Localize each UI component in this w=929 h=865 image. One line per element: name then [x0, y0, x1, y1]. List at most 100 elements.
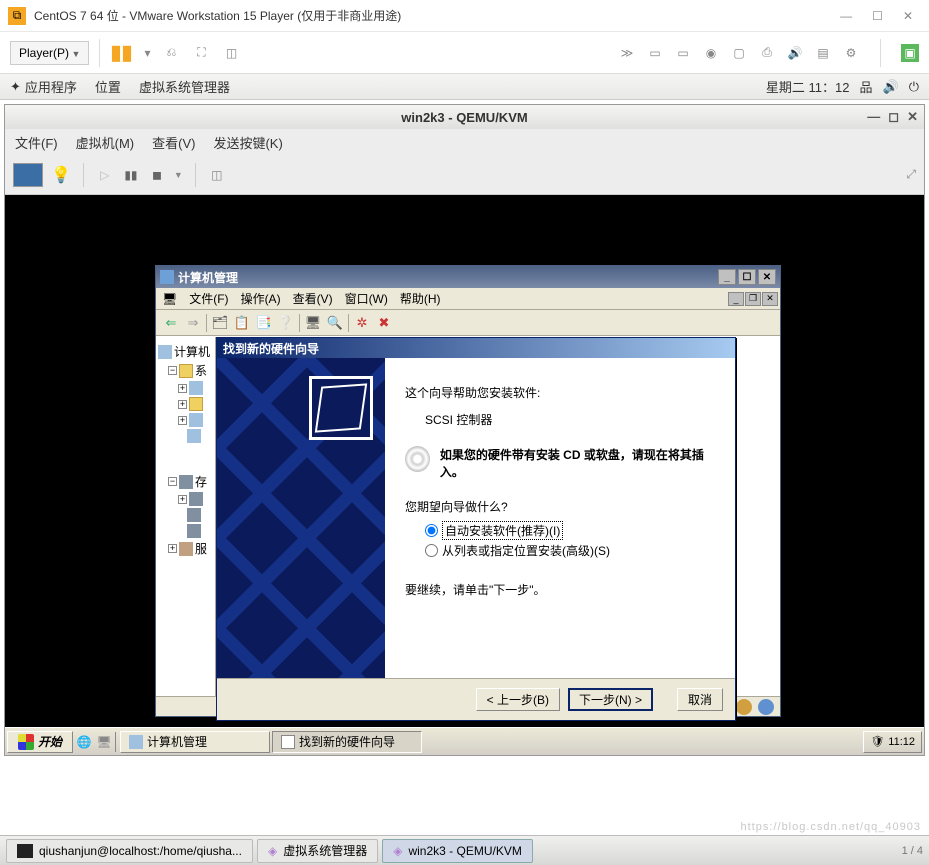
disk2-icon[interactable]: ▭: [674, 44, 692, 62]
expand-button[interactable]: +: [178, 384, 187, 393]
printer-icon[interactable]: ⎙: [758, 44, 776, 62]
back-button[interactable]: < 上一步(B): [476, 688, 560, 711]
scan-icon[interactable]: 🔍: [326, 314, 344, 332]
system-tray[interactable]: 🛡 11:12: [863, 731, 922, 753]
mmc-menu-file[interactable]: 文件(F): [189, 290, 228, 307]
sound-icon[interactable]: 🔊: [786, 44, 804, 62]
settings-icon[interactable]: ⚙: [842, 44, 860, 62]
unity-icon[interactable]: ◫: [222, 44, 240, 62]
pause-icon[interactable]: ▮▮: [110, 40, 132, 65]
tree-icon: [189, 413, 203, 427]
wizard-button-row: < 上一步(B) 下一步(N) > 取消: [217, 678, 735, 720]
ctrl-alt-del-icon[interactable]: ⎌: [162, 44, 180, 62]
radio-auto[interactable]: [425, 524, 438, 537]
up-icon[interactable]: 🗂: [211, 314, 229, 332]
mmc-titlebar[interactable]: 计算机管理 _ ☐ ✕: [156, 266, 780, 288]
usb-icon[interactable]: ▤: [814, 44, 832, 62]
tools-button[interactable]: ▣: [901, 44, 919, 62]
mmc-menu-view[interactable]: 查看(V): [293, 290, 333, 307]
mmc-maximize-button[interactable]: ☐: [738, 269, 756, 285]
mmc-close-button[interactable]: ✕: [758, 269, 776, 285]
bulb-icon[interactable]: 💡: [51, 165, 71, 185]
maximize-button[interactable]: ☐: [872, 9, 883, 23]
forward-button[interactable]: ⇒: [184, 314, 202, 332]
player-menu[interactable]: Player(P): [10, 41, 89, 65]
help-status-icon[interactable]: [758, 699, 774, 715]
network-icon[interactable]: ≫: [618, 44, 636, 62]
refresh-icon[interactable]: ✲: [353, 314, 371, 332]
dropdown-icon[interactable]: ▾: [144, 46, 150, 60]
wizard-proceed-text: 要继续，请单击"下一步"。: [405, 581, 715, 598]
cancel-button[interactable]: 取消: [677, 688, 723, 711]
stop-dropdown[interactable]: ▼: [174, 170, 183, 180]
applications-menu[interactable]: ✦应用程序: [10, 77, 77, 96]
radio-list[interactable]: [425, 544, 438, 557]
next-button[interactable]: 下一步(N) >: [568, 688, 653, 711]
mdi-restore-button[interactable]: ❐: [745, 292, 761, 306]
snapshot-button[interactable]: ◫: [208, 166, 226, 184]
fullscreen-icon[interactable]: ⛶: [192, 44, 210, 62]
mmc-menu-help[interactable]: 帮助(H): [400, 290, 441, 307]
mmc-minimize-button[interactable]: _: [718, 269, 736, 285]
stop-button[interactable]: ◼: [148, 166, 166, 184]
cd-icon[interactable]: ◉: [702, 44, 720, 62]
menu-keys[interactable]: 发送按键(K): [213, 133, 282, 152]
task-qemu[interactable]: ◈ win2k3 - QEMU/KVM: [382, 839, 533, 863]
pause-button[interactable]: ▮▮: [122, 166, 140, 184]
tray-security-icon[interactable]: 🛡: [870, 735, 884, 748]
mdi-minimize-button[interactable]: _: [728, 292, 744, 306]
disk-icon: [187, 524, 201, 538]
virtmanager-item[interactable]: 虚拟系统管理器: [139, 77, 230, 96]
mdi-close-button[interactable]: ✕: [762, 292, 778, 306]
back-button[interactable]: ⇐: [162, 314, 180, 332]
power-tray-icon[interactable]: ⏻: [909, 79, 919, 95]
taskbar-item-wizard[interactable]: 找到新的硬件向导: [272, 731, 422, 753]
fullscreen-toggle-icon[interactable]: ⤢: [906, 167, 916, 182]
properties-icon[interactable]: 📋: [233, 314, 251, 332]
uninstall-icon[interactable]: ✖: [375, 314, 393, 332]
console-button[interactable]: [13, 163, 43, 187]
desktop-quicklaunch-icon[interactable]: 🖥: [95, 733, 113, 751]
option-auto-install[interactable]: 自动安装软件(推荐)(I): [425, 521, 715, 540]
menu-file[interactable]: 文件(F): [15, 133, 58, 152]
expand-button[interactable]: +: [168, 544, 177, 553]
mmc-icon: [160, 270, 174, 284]
workspace-pager[interactable]: 1 / 4: [902, 845, 923, 857]
expand-button[interactable]: −: [168, 366, 177, 375]
ie-quicklaunch-icon[interactable]: 🌐: [75, 733, 93, 751]
tree-icon: [187, 429, 201, 443]
expand-button[interactable]: +: [178, 495, 187, 504]
floppy-icon[interactable]: ▢: [730, 44, 748, 62]
places-menu[interactable]: 位置: [95, 77, 121, 96]
qemu-minimize-button[interactable]: —: [867, 109, 880, 125]
volume-tray-icon[interactable]: 🔊: [883, 79, 899, 95]
task-terminal[interactable]: qiushanjun@localhost:/home/qiusha...: [6, 839, 253, 863]
device-icon[interactable]: 🖥: [304, 314, 322, 332]
help-icon[interactable]: ❔: [277, 314, 295, 332]
wizard-titlebar[interactable]: 找到新的硬件向导: [217, 338, 735, 358]
minimize-button[interactable]: —: [840, 9, 852, 23]
expand-button[interactable]: +: [178, 416, 187, 425]
mmc-menu-window[interactable]: 窗口(W): [345, 290, 388, 307]
qemu-close-button[interactable]: ✕: [907, 109, 918, 125]
expand-button[interactable]: +: [178, 400, 187, 409]
close-button[interactable]: ✕: [903, 9, 913, 23]
folder-icon: [189, 397, 203, 411]
menu-vm[interactable]: 虚拟机(M): [76, 133, 135, 152]
play-button[interactable]: ▷: [96, 166, 114, 184]
expand-button[interactable]: −: [168, 477, 177, 486]
network-tray-icon[interactable]: 品: [860, 77, 873, 96]
mmc-app-icon[interactable]: 🖥: [162, 292, 177, 306]
mmc-tree[interactable]: 计算机 −系 + + + −存 + +服: [156, 337, 216, 696]
taskbar-item-mmc[interactable]: 计算机管理: [120, 731, 270, 753]
menu-view[interactable]: 查看(V): [152, 133, 195, 152]
task-virtmanager[interactable]: ◈ 虚拟系统管理器: [257, 839, 378, 863]
option-list-install[interactable]: 从列表或指定位置安装(高级)(S): [425, 542, 715, 559]
start-button[interactable]: 开始: [7, 731, 73, 753]
status-icon[interactable]: [736, 699, 752, 715]
qemu-maximize-button[interactable]: ◻: [888, 109, 899, 125]
gnome-clock[interactable]: 星期二 11：12: [766, 77, 850, 96]
export-icon[interactable]: 📑: [255, 314, 273, 332]
disk-icon[interactable]: ▭: [646, 44, 664, 62]
mmc-menu-action[interactable]: 操作(A): [241, 290, 281, 307]
